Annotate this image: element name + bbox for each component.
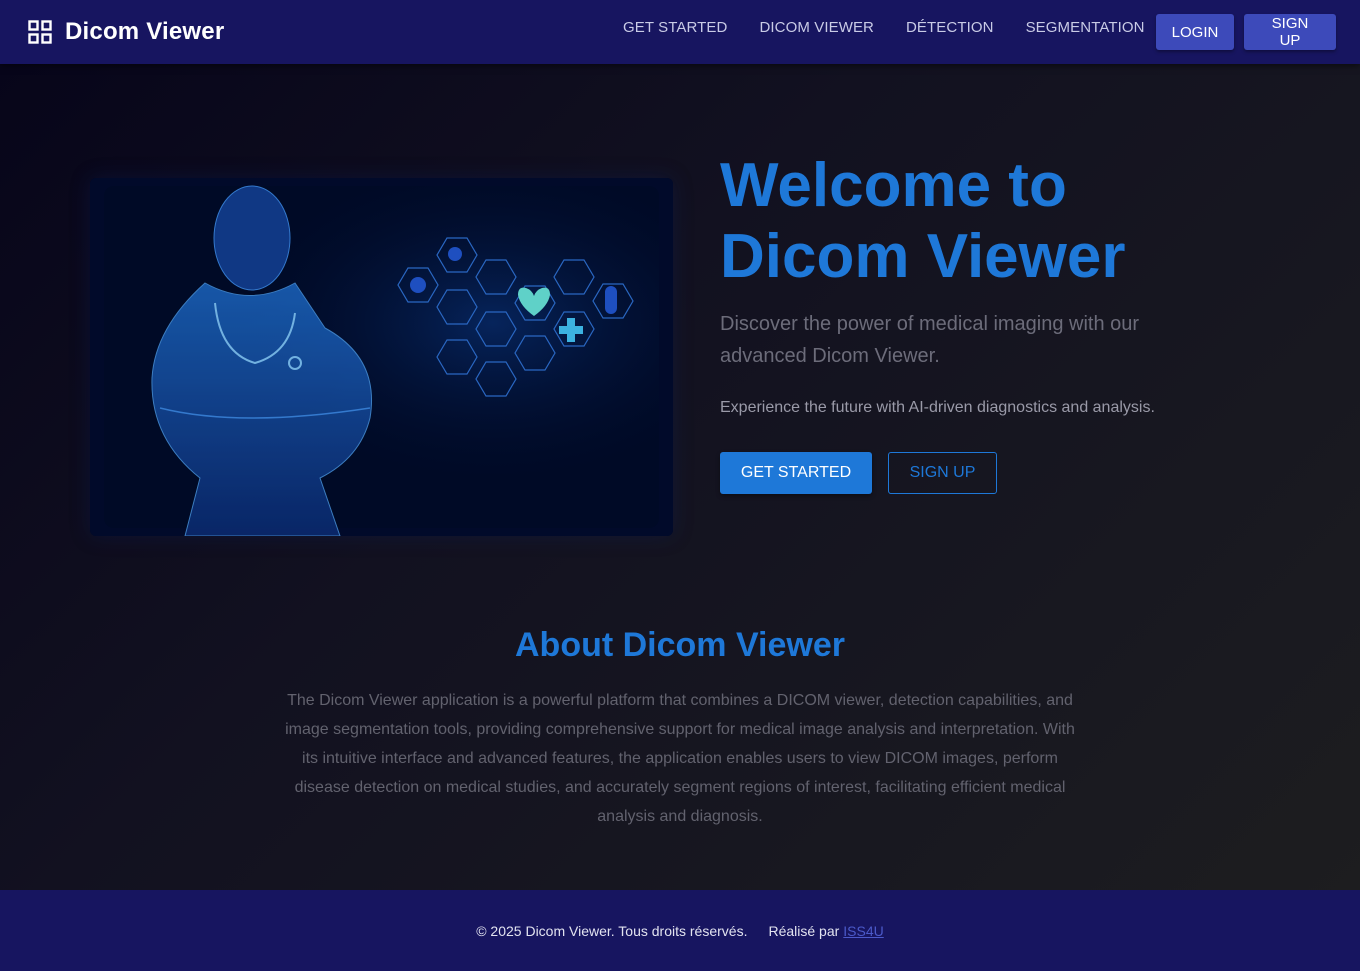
hero-signup-button[interactable]: SIGN UP xyxy=(888,452,997,494)
nav-dicom-viewer[interactable]: DICOM VIEWER xyxy=(743,19,890,36)
brand[interactable]: Dicom Viewer xyxy=(28,18,224,46)
footer-copyright: © 2025 Dicom Viewer. Tous droits réservé… xyxy=(476,922,748,939)
about-title: About Dicom Viewer xyxy=(515,626,845,664)
top-navbar: Dicom Viewer GET STARTED DICOM VIEWER DÉ… xyxy=(0,0,1360,64)
footer-iss4u-link[interactable]: ISS4U xyxy=(843,923,883,939)
nav-segmentation[interactable]: SEGMENTATION xyxy=(1010,19,1161,36)
get-started-button[interactable]: GET STARTED xyxy=(720,452,872,494)
main-nav: GET STARTED DICOM VIEWER DÉTECTION SEGME… xyxy=(607,0,1161,64)
hero-title-line-2: Dicom Viewer xyxy=(720,222,1126,291)
app-title: Dicom Viewer xyxy=(65,18,225,45)
footer-made-by-label: Réalisé par xyxy=(768,922,840,939)
hero-subtitle: Discover the power of medical imaging wi… xyxy=(720,313,1140,367)
footer: © 2025 Dicom Viewer. Tous droits réservé… xyxy=(0,890,1360,971)
grid-icon xyxy=(28,20,52,44)
nav-detection[interactable]: DÉTECTION xyxy=(890,19,1010,36)
signup-button[interactable]: SIGN UP xyxy=(1244,14,1336,50)
about-text: The Dicom Viewer application is a powerf… xyxy=(285,692,1075,825)
hero-description: Experience the future with AI-driven dia… xyxy=(720,399,1155,416)
hero-title: Welcome to Dicom Viewer xyxy=(720,150,1240,292)
login-button[interactable]: LOGIN xyxy=(1156,14,1234,50)
doctor-hologram-illustration xyxy=(90,178,673,536)
hero-image xyxy=(90,178,673,536)
hero-title-line-1: Welcome to xyxy=(720,151,1067,220)
nav-get-started[interactable]: GET STARTED xyxy=(607,19,743,36)
